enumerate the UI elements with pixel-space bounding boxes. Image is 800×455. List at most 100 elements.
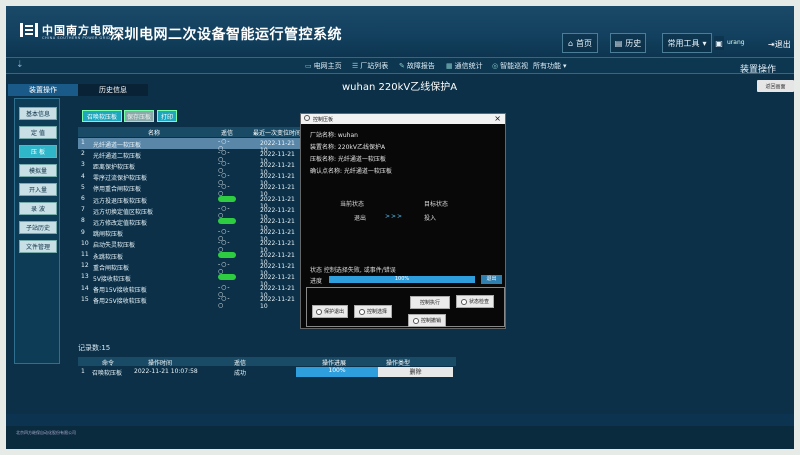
menu-label: 厂站列表 [360,62,389,70]
table-row[interactable]: 13 5V接收软压板 2022-11-21 10 [78,272,303,288]
chevron-down-icon: ▾ [563,62,567,70]
nav-item-wave-record[interactable]: 录 波 [19,202,57,215]
dialog-title: 控制压板 [313,117,334,123]
return-button[interactable]: 返回画面 [757,80,794,92]
status-indicator-on [218,196,236,202]
table-row[interactable]: 6 远方投退压板软压板 2022-11-21 10 [78,194,303,210]
tab-history-info[interactable]: 历史信息 [78,84,148,96]
table-row[interactable]: 7 远方切换定值区软压板 -○-○ 2022-11-21 10 [78,205,303,221]
row-num: 10 [81,239,89,247]
nav-item-platen[interactable]: 压 板 [19,145,57,158]
dialog-confirm-point: 确认点名称: 光纤通道一软压板 [310,168,392,175]
table-row[interactable]: 4 零序过流保护软压板 -○-○ 2022-11-21 10 [78,172,303,188]
menu-label: 通信统计 [454,62,483,70]
col-telesignal: 遥信 [221,130,234,137]
menu-label: 故障报告 [406,62,435,70]
table-row[interactable]: 2 光纤通道二软压板 -○-○ 2022-11-21 10 [78,149,303,165]
dialog-app-icon [304,115,310,121]
row-num: 11 [81,251,89,258]
patrol-icon: ◎ [492,62,499,70]
control-cancel-label: 控制撤销 [420,318,441,324]
status-indicator-off: -○-○ [218,283,231,298]
dialog-device-name: 装置名称: 220kV乙线保护A [310,144,386,151]
dialog-station-name: 厂站名称: wuhan [310,132,358,139]
save-platen-button[interactable]: 保存压板 [124,110,154,122]
table-row[interactable]: 3 距离保护软压板 -○-○ 2022-11-21 10 [78,160,303,176]
table-row[interactable]: 10 启动失灵软压板 -○-○ 2022-11-21 10 [78,239,303,255]
system-title: 深圳电网二次设备智能运行管控系统 [110,27,342,43]
home-label: 首页 [576,38,593,48]
call-soft-platen-button[interactable]: 召唤软压板 [82,110,122,122]
tab-device-ops[interactable]: 装置操作 [8,84,78,96]
control-select-label: 控制选择 [366,309,387,315]
pin-icon[interactable]: ⇣ [16,60,24,70]
row-num: 4 [81,172,85,180]
nav-item-settings[interactable]: 定 值 [19,126,57,139]
home-button[interactable]: ⌂ 首页 [562,33,598,53]
nav-item-basic-info[interactable]: 基本信息 [19,107,57,120]
table-row[interactable]: 5 停用重合闸软压板 -○-○ 2022-11-21 10 [78,183,303,199]
menu-item-fault-report[interactable]: ✎ 故障报告 [399,61,435,71]
log-command: 召唤软压板 [92,370,123,377]
menu-item-station-list[interactable]: ☰ 厂站列表 [352,61,388,71]
exit-icon: ⇥ [768,40,775,49]
log-delete-button[interactable]: 删除 [378,367,453,377]
table-row[interactable]: 9 跳闸软压板 -○-○ 2022-11-21 10 [78,227,303,244]
table-row[interactable]: 15 备用25V接收软压板 -○-○ 2022-11-21 10 [78,295,303,311]
table-row[interactable]: 12 重合闸软压板 -○-○ 2022-11-21 10 [78,261,303,277]
status-indicator-off: -○-○ [218,227,231,242]
report-icon: ✎ [399,62,405,70]
print-button[interactable]: 打印 [157,110,177,122]
menu-item-all-functions[interactable]: 所有功能 ▾ [533,61,567,71]
user-name: urang [727,39,745,46]
dialog-progress-bar: 100% [329,276,475,283]
dialog-platen-name: 压板名称: 光纤通道一软压板 [310,156,386,163]
status-indicator-on [218,218,236,225]
status-indicator-on [218,274,236,281]
col-last-change: 最近一次变位时间 [253,130,302,137]
target-state-value: 投入 [424,215,437,222]
row-num: 9 [81,228,85,236]
state-check-button[interactable]: 状态检查 [456,295,494,308]
nav-item-substation-history[interactable]: 子站历史 [19,221,57,234]
log-num: 1 [81,368,85,375]
nav-item-file-manage[interactable]: 文件管理 [19,240,57,253]
row-num: 8 [81,217,85,225]
logo-subtext: CHINA SOUTHERN POWER GRID [42,36,111,40]
table-row[interactable]: 11 永跳软压板 2022-11-21 10 [78,250,303,266]
protect-exit-button[interactable]: 保护退出 [312,305,348,318]
table-row[interactable]: 1 光纤通道一软压板 -○-○ 2022-11-21 10 [78,138,303,154]
grid-header: 名称 遥信 最近一次变位时间 [78,127,303,137]
exit-button[interactable]: ⇥退出 [768,39,791,50]
history-button[interactable]: ▤ 历史 [610,33,646,53]
menu-item-smart-patrol[interactable]: ◎ 智能巡视 [492,61,528,71]
menu-item-comm-stats[interactable]: ▦ 通信统计 [446,61,483,71]
menu-bar: ⇣ ▭ 电网主页 ☰ 厂站列表 ✎ 故障报告 ▦ 通信统计 ◎ 智能巡视 所有功能 ▾ [6,58,794,74]
row-num: 5 [81,183,85,191]
log-time: 2022-11-21 10:07:58 [134,368,198,375]
table-row[interactable]: 14 备用15V接收软压板 -○-○ 2022-11-21 10 [78,283,303,300]
close-icon[interactable]: × [494,114,501,123]
row-num: 13 [81,273,89,281]
menu-item-grid-home[interactable]: ▭ 电网主页 [305,61,342,71]
dialog-exit-button[interactable]: 退出 [481,275,502,284]
history-label: 历史 [625,38,642,48]
row-name: 远方投退压板软压板 [93,197,148,205]
status-indicator-off: -○-○ [218,261,231,276]
control-cancel-button[interactable]: 控制撤销 [408,314,446,327]
row-num: 2 [81,150,85,158]
nav-item-binary-input[interactable]: 开入量 [19,183,57,196]
page-title: wuhan 220kV乙线保护A [342,82,458,93]
control-execute-button[interactable]: 控制执行 [410,296,450,309]
control-select-button[interactable]: 控制选择 [354,305,392,318]
row-num: 1 [81,139,85,146]
current-state-label: 当前状态 [340,201,365,208]
common-tools-button[interactable]: 常用工具 ▾ [662,33,712,53]
row-name: 零序过流保护软压板 [93,175,148,183]
table-row[interactable]: 8 远方修改定值软压板 2022-11-21 10 [78,216,303,232]
ops-title: 装置操作 [740,65,777,75]
nav-item-analog[interactable]: 模拟量 [19,164,57,177]
row-name: 备用15V接收软压板 [93,287,147,295]
row-num: 7 [81,206,85,214]
record-count: 记录数:15 [78,344,111,352]
